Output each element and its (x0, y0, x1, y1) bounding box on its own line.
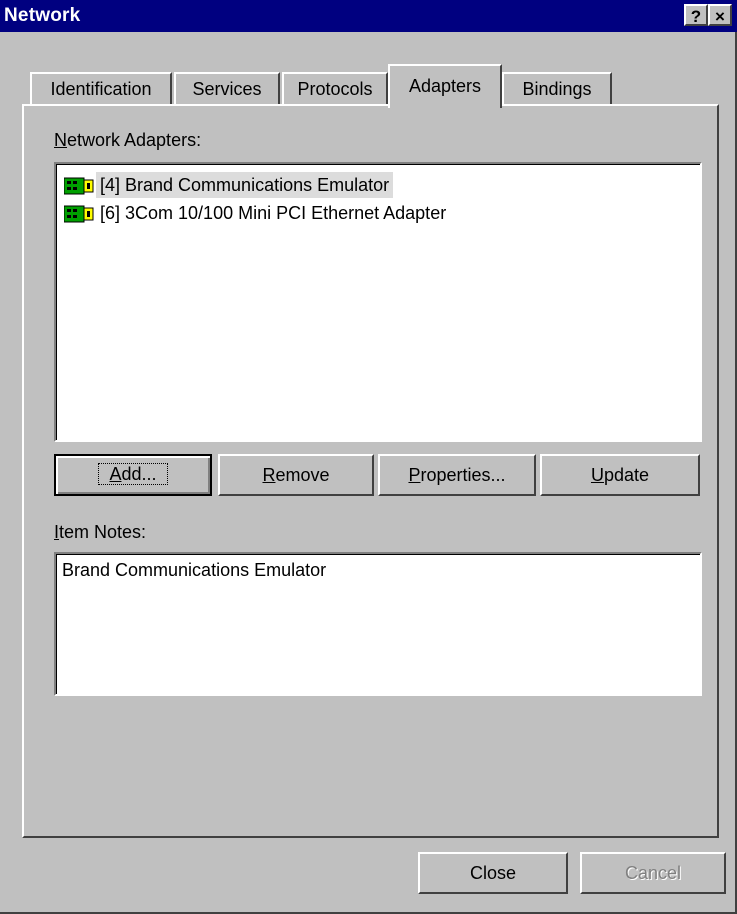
item-notes-box: Brand Communications Emulator (54, 552, 702, 696)
button-text: dd... (121, 464, 157, 484)
cancel-button[interactable]: Cancel (580, 852, 726, 894)
tab-bindings[interactable]: Bindings (502, 72, 612, 106)
item-notes-label: Item Notes: (54, 522, 146, 543)
tab-label: Adapters (408, 76, 482, 96)
add-label: Add... (98, 463, 168, 485)
tab-adapters[interactable]: Adapters (388, 64, 502, 108)
network-dialog: Network ? × Identification Services Prot… (0, 0, 737, 914)
close-icon: × (715, 7, 725, 26)
tab-label: Protocols (297, 79, 373, 99)
adapters-panel: Network Adapters: [4] Brand Communicatio… (22, 104, 719, 838)
window-title: Network (4, 5, 81, 26)
tab-identification[interactable]: Identification (30, 72, 172, 106)
hotkey-letter: P (408, 465, 421, 485)
hotkey-letter: A (109, 464, 122, 484)
button-text: Close (469, 863, 517, 883)
hotkey-letter: N (54, 130, 67, 150)
tab-protocols[interactable]: Protocols (282, 72, 388, 106)
help-button[interactable]: ? (684, 4, 708, 26)
button-text: pdate (603, 465, 650, 485)
tab-services[interactable]: Services (174, 72, 280, 106)
adapter-label: [6] 3Com 10/100 Mini PCI Ethernet Adapte… (100, 203, 447, 223)
adapter-label: [4] Brand Communications Emulator (96, 172, 394, 198)
network-adapters-label: Network Adapters: (54, 130, 201, 151)
network-adapter-icon (64, 177, 94, 195)
properties-button[interactable]: Properties... (378, 454, 536, 496)
network-adapter-icon (64, 205, 94, 223)
label-text: etwork Adapters: (67, 130, 202, 150)
close-button[interactable]: Close (418, 852, 568, 894)
item-notes-text: Brand Communications Emulator (62, 560, 327, 580)
tab-label: Services (192, 79, 262, 99)
close-window-button[interactable]: × (708, 4, 732, 26)
remove-button[interactable]: Remove (218, 454, 374, 496)
label-text: tem Notes: (59, 522, 147, 542)
tab-label: Identification (50, 79, 152, 99)
hotkey-letter: R (262, 465, 276, 485)
title-bar[interactable]: Network ? × (0, 0, 737, 32)
add-button[interactable]: Add... (54, 454, 212, 496)
button-text: Cancel (624, 863, 682, 883)
tab-label: Bindings (522, 79, 592, 99)
hotkey-letter: U (590, 465, 604, 485)
network-adapters-list[interactable]: [4] Brand Communications Emulator [6] 3C… (54, 162, 702, 442)
button-text: roperties... (420, 465, 506, 485)
button-text: emove (275, 465, 330, 485)
update-button[interactable]: Update (540, 454, 700, 496)
help-icon: ? (690, 7, 702, 26)
